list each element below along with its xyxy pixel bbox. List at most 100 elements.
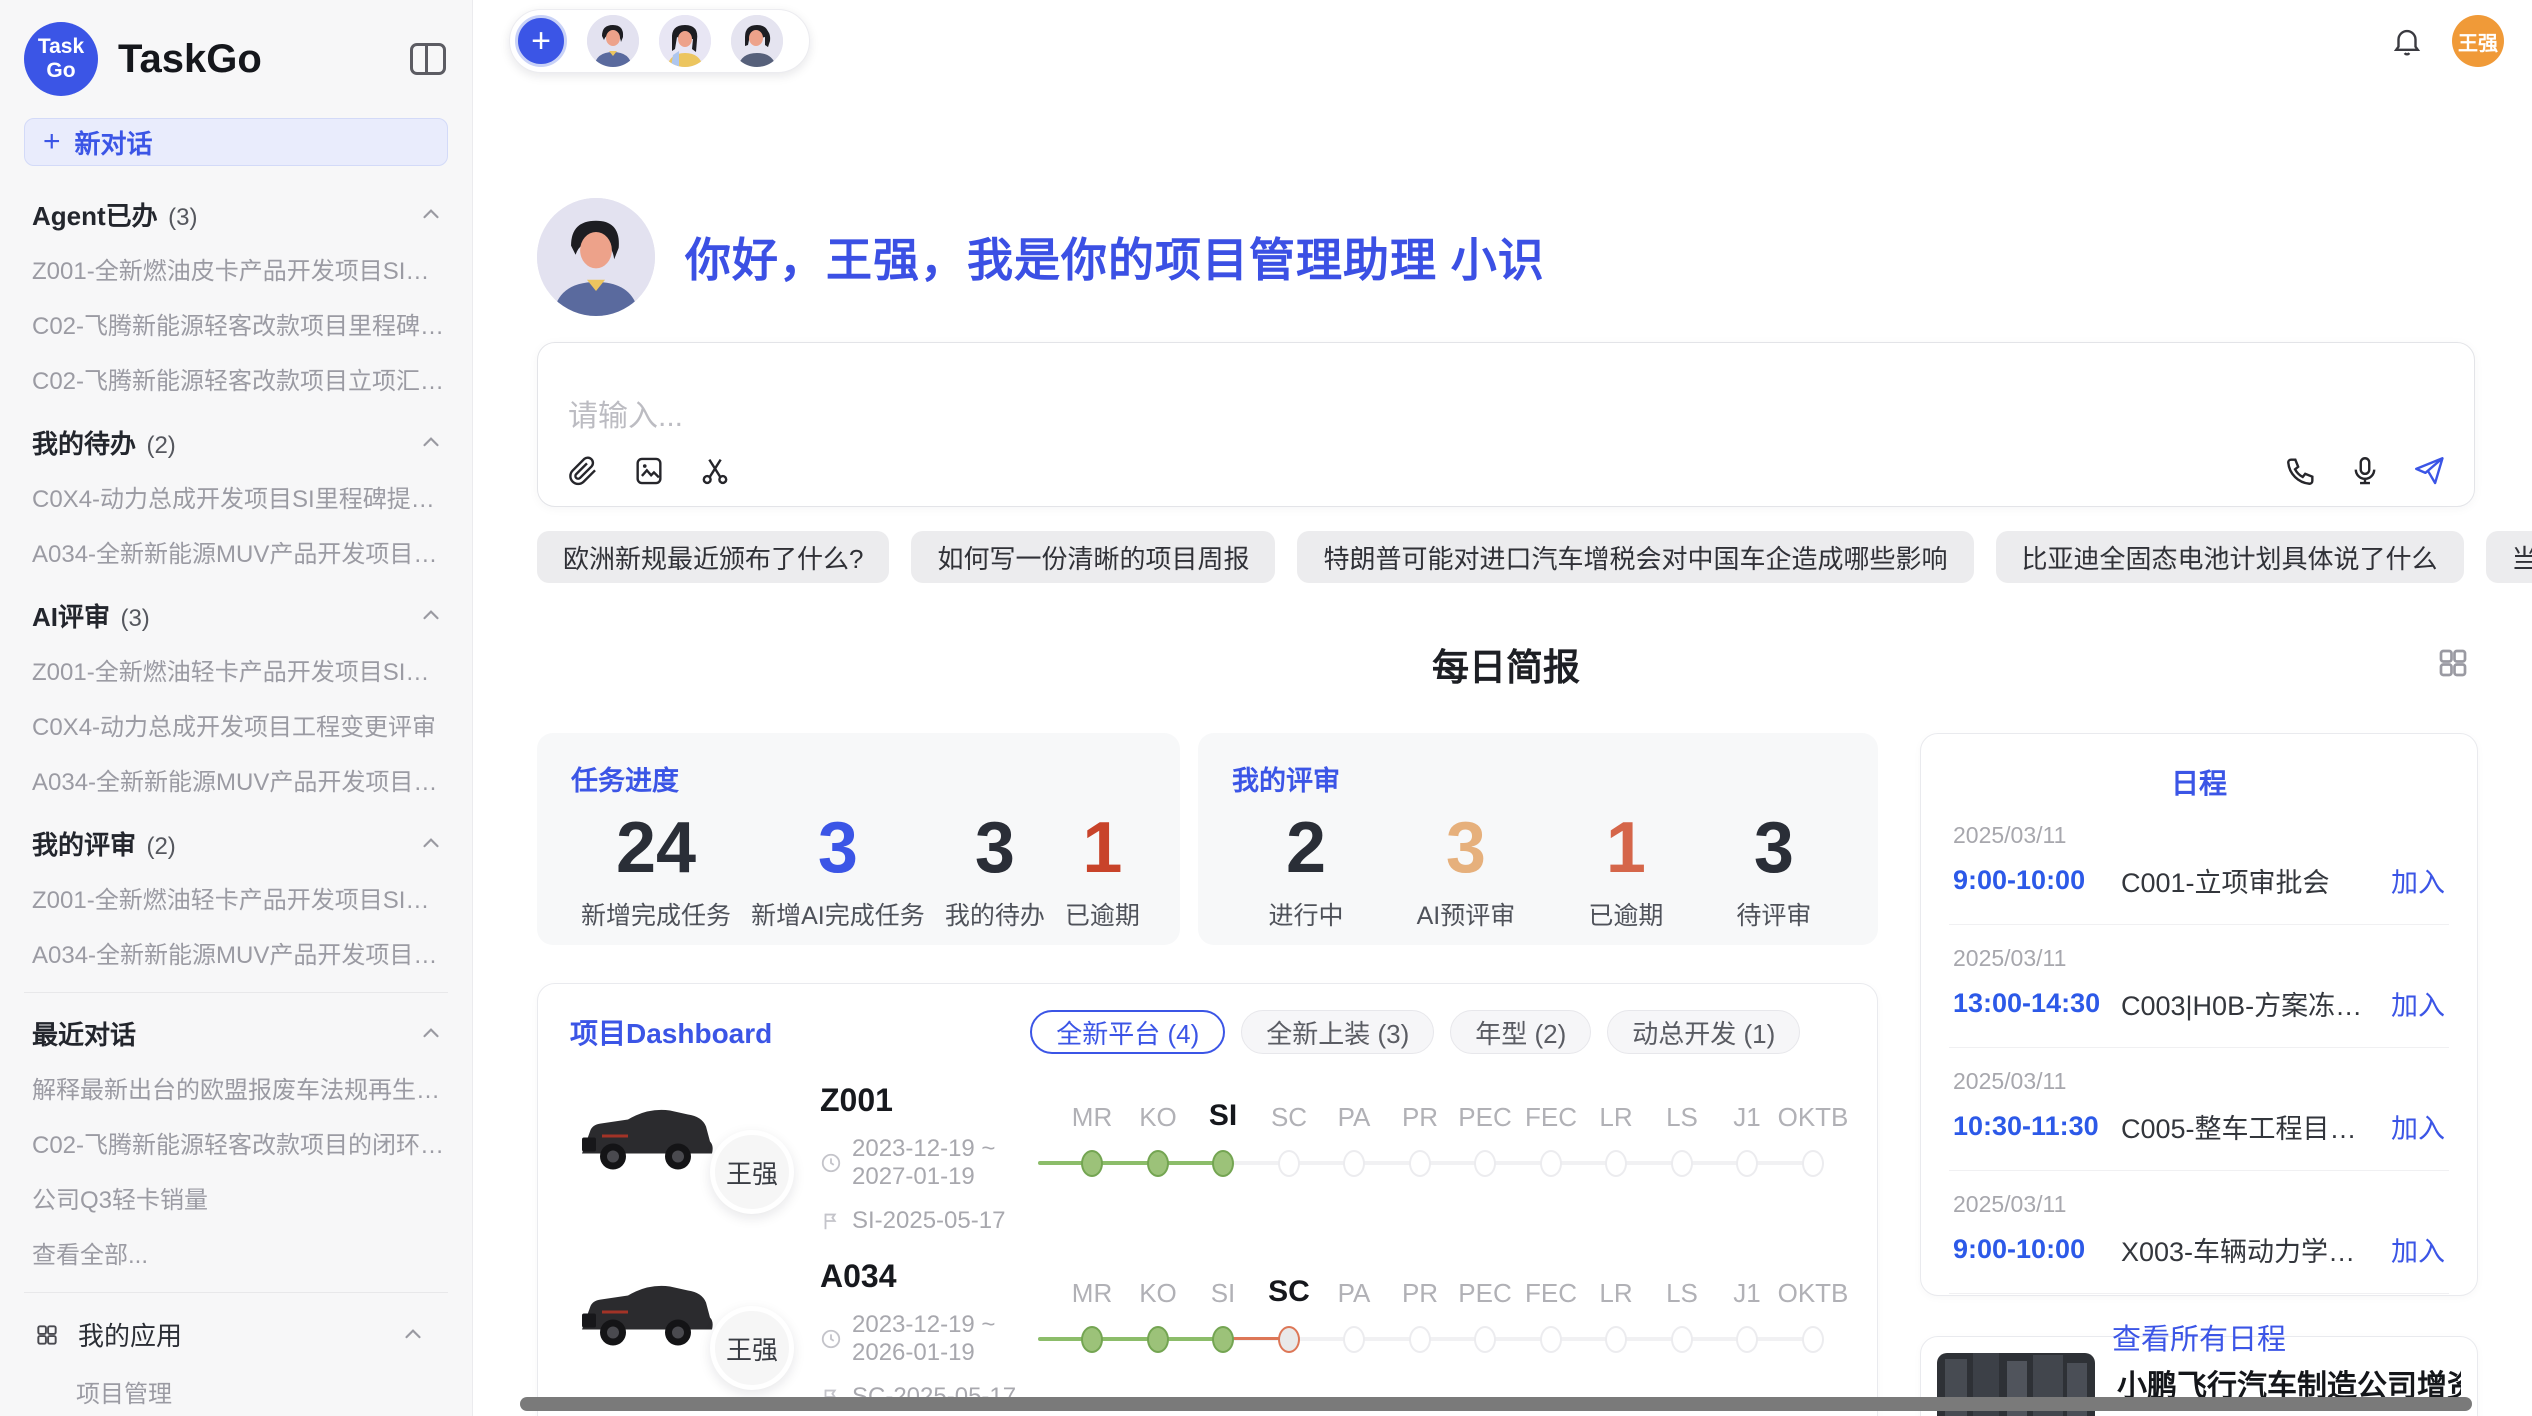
milestone-label: J1 <box>1733 1278 1760 1309</box>
view-all-recent[interactable]: 查看全部... <box>0 1225 472 1280</box>
sidebar-item-project-mgmt[interactable]: 项目管理 <box>0 1364 472 1416</box>
milestone-label-current: SC <box>1268 1275 1310 1309</box>
scissors-icon[interactable] <box>698 454 732 488</box>
milestone-dot <box>1540 1150 1562 1177</box>
collapse-sidebar-icon[interactable] <box>410 43 446 75</box>
list-item[interactable]: 解释最新出台的欧盟报废车法规再生塑料比例被调至15%... <box>0 1060 472 1115</box>
send-icon[interactable] <box>2412 454 2446 488</box>
bell-icon[interactable] <box>2390 24 2424 58</box>
project-row-z001[interactable]: 王强 Z001 2023-12-19 ~ 2027-01-19 SI-2025-… <box>570 1080 1847 1230</box>
milestone-label-current: SI <box>1209 1099 1237 1133</box>
suggestion-chip[interactable]: 当下年轻人对汽车外观有怎样的喜好趋势 <box>2486 531 2532 583</box>
stat-value: 3 <box>1736 806 1811 890</box>
schedule-time: 13:00-14:30 <box>1953 988 2121 1019</box>
milestone-label: PA <box>1338 1278 1371 1309</box>
join-button[interactable]: 加入 <box>2391 1107 2445 1146</box>
list-item[interactable]: A034-全新新能源MUV产品开发项目法规符合性评审 <box>0 752 472 807</box>
list-item[interactable]: A034-全新新能源MUV产品开发项目造型可行性评审 <box>0 925 472 980</box>
join-button[interactable]: 加入 <box>2391 861 2445 900</box>
chevron-up-icon[interactable] <box>418 1021 444 1047</box>
section-my-review[interactable]: 我的评审 (2) <box>0 815 472 870</box>
suggestion-chip[interactable]: 如何写一份清晰的项目周报 <box>911 531 1275 583</box>
greeting-row: 你好，王强，我是你的项目管理助理 小识 <box>537 198 2475 316</box>
image-icon[interactable] <box>632 454 666 488</box>
suggestion-chips: 欧洲新规最近颁布了什么? 如何写一份清晰的项目周报 特朗普可能对进口汽车增税会对… <box>537 531 2475 583</box>
join-button[interactable]: 加入 <box>2391 1230 2445 1269</box>
main-area: + 王强 你好，王强，我是你的项目管理助理 小识 请输入... <box>473 0 2532 1416</box>
list-item[interactable]: 公司Q3轻卡销量 <box>0 1170 472 1225</box>
tab-powertrain[interactable]: 动总开发 (1) <box>1607 1010 1800 1054</box>
milestone-dot <box>1081 1326 1103 1353</box>
stat-label: 待评审 <box>1736 896 1811 932</box>
composer[interactable]: 请输入... <box>537 342 2475 507</box>
user-avatar[interactable]: 王强 <box>2452 15 2504 67</box>
join-button[interactable]: 加入 <box>2391 984 2445 1023</box>
horizontal-scrollbar[interactable] <box>520 1397 2472 1411</box>
agent-avatar-2[interactable] <box>659 15 711 67</box>
section-my-todo[interactable]: 我的待办 (2) <box>0 414 472 469</box>
list-item[interactable]: A034-全新新能源MUV产品开发项目计划变更表编写 <box>0 524 472 579</box>
list-item[interactable]: C02-飞腾新能源轻客改款项目里程碑画布 <box>0 296 472 351</box>
milestone-dot <box>1474 1150 1496 1177</box>
list-item[interactable]: C0X4-动力总成开发项目工程变更评审 <box>0 697 472 752</box>
schedule-item: 2025/03/11 9:00-10:00 C001-立项审批会 加入 <box>1949 802 2449 924</box>
section-count: (2) <box>146 833 175 860</box>
milestone-label: J1 <box>1733 1102 1760 1133</box>
microphone-icon[interactable] <box>2348 454 2382 488</box>
stat-label: 新增AI完成任务 <box>751 896 925 932</box>
milestone-label: PEC <box>1458 1102 1511 1133</box>
stat-new-done: 24 新增完成任务 <box>581 806 731 932</box>
new-chat-button[interactable]: + 新对话 <box>24 118 448 166</box>
tab-new-platform[interactable]: 全新平台 (4) <box>1030 1010 1225 1054</box>
owner-badge: 王强 <box>710 1306 794 1390</box>
section-title: 我的待办 <box>32 429 136 459</box>
agent-avatar-1[interactable] <box>587 15 639 67</box>
milestone-timeline: MR KO SI SC PA PR PEC FEC LR LS J1 OKTB <box>1038 1080 1847 1210</box>
project-code: Z001 <box>820 1082 1038 1119</box>
suggestion-chip[interactable]: 欧洲新规最近颁布了什么? <box>537 531 889 583</box>
sidebar-header: Task Go TaskGo <box>0 0 472 106</box>
agent-avatar-3[interactable] <box>731 15 783 67</box>
greeting-text: 你好，王强，我是你的项目管理助理 小识 <box>685 224 1545 290</box>
brief-right-column: 日程 2025/03/11 9:00-10:00 C001-立项审批会 加入 2… <box>1920 733 2478 1416</box>
chevron-up-icon[interactable] <box>418 603 444 629</box>
chevron-up-icon[interactable] <box>418 430 444 456</box>
composer-tools-left <box>566 454 732 488</box>
section-ai-review[interactable]: AI评审 (3) <box>0 587 472 642</box>
list-item[interactable]: Z001-全新燃油皮卡产品开发项目SI节点Lesson Learn报告 <box>0 241 472 296</box>
list-item[interactable]: C02-飞腾新能源轻客改款项目的闭环通告反馈情况 <box>0 1115 472 1170</box>
milestone-timeline: MR KO SI SC PA PR PEC FEC LR LS J1 OKTB <box>1038 1256 1847 1386</box>
stat-value: 2 <box>1269 806 1344 890</box>
clock-icon <box>820 1328 842 1350</box>
suggestion-chip[interactable]: 比亚迪全固态电池计划具体说了什么 <box>1996 531 2464 583</box>
schedule-title: 日程 <box>1949 762 2449 802</box>
project-row-a034[interactable]: 王强 A034 2023-12-19 ~ 2026-01-19 SC-2025-… <box>570 1256 1847 1406</box>
divider <box>24 1292 448 1293</box>
chevron-up-icon[interactable] <box>418 831 444 857</box>
schedule-date: 2025/03/11 <box>1953 945 2445 972</box>
add-agent-button[interactable]: + <box>515 15 567 67</box>
layout-grid-icon[interactable] <box>2435 645 2471 681</box>
list-item[interactable]: Z001-全新燃油轻卡产品开发项目SI造型提交物评审 <box>0 642 472 697</box>
project-dates: 2023-12-19 ~ 2026-01-19 <box>820 1311 1038 1367</box>
project-info: Z001 2023-12-19 ~ 2027-01-19 SI-2025-05-… <box>820 1080 1038 1235</box>
section-recent-chats[interactable]: 最近对话 <box>0 1005 472 1060</box>
sidebar-item-my-apps[interactable]: 我的应用 <box>0 1305 472 1364</box>
project-dates-text: 2023-12-19 ~ 2027-01-19 <box>852 1135 1038 1191</box>
chevron-up-icon[interactable] <box>418 202 444 228</box>
list-item[interactable]: C02-飞腾新能源轻客改款项目立项汇报方案 <box>0 351 472 406</box>
topbar-right: 王强 <box>2390 15 2514 67</box>
project-dates: 2023-12-19 ~ 2027-01-19 <box>820 1135 1038 1191</box>
list-item[interactable]: C0X4-动力总成开发项目SI里程碑提交物检查 <box>0 469 472 524</box>
section-agent-done[interactable]: Agent已办 (3) <box>0 186 472 241</box>
milestone-label: PEC <box>1458 1278 1511 1309</box>
list-item[interactable]: Z001-全新燃油轻卡产品开发项目SI节点属性5D文件评审 <box>0 870 472 925</box>
tab-new-body[interactable]: 全新上装 (3) <box>1241 1010 1434 1054</box>
daily-brief-header: 每日简报 <box>537 639 2475 689</box>
suggestion-chip[interactable]: 特朗普可能对进口汽车增税会对中国车企造成哪些影响 <box>1297 531 1973 583</box>
tab-year-model[interactable]: 年型 (2) <box>1450 1010 1591 1054</box>
stat-value: 1 <box>1588 806 1663 890</box>
phone-icon[interactable] <box>2284 454 2318 488</box>
attachment-icon[interactable] <box>566 454 600 488</box>
chevron-up-icon[interactable] <box>400 1322 426 1348</box>
